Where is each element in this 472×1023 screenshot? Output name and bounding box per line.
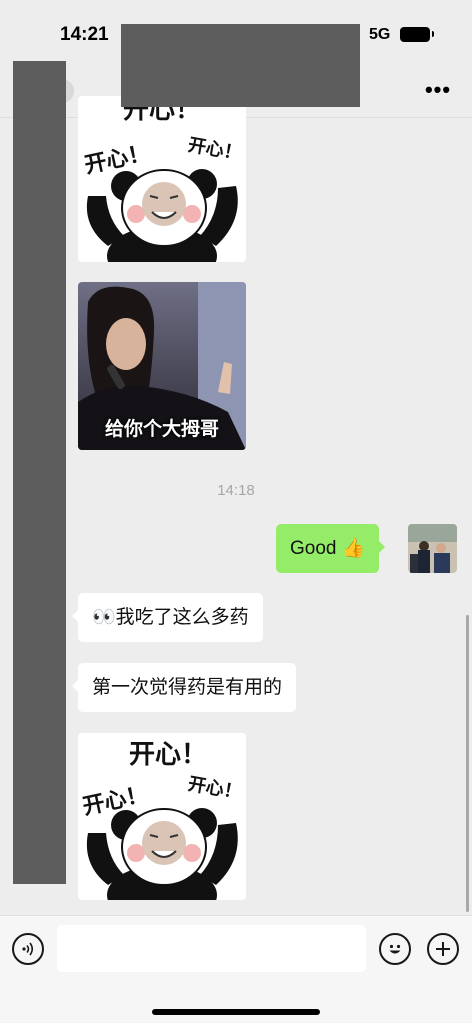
- emoji-icon: [389, 944, 401, 954]
- message-input[interactable]: [57, 925, 366, 972]
- sticker-bottom-text-1: 开心！: [129, 740, 207, 770]
- plus-icon: [436, 942, 450, 956]
- add-button[interactable]: [427, 933, 459, 965]
- more-dots-icon: •••: [424, 77, 452, 102]
- incoming-message-bubble[interactable]: 👀我吃了这么多药: [72, 593, 263, 642]
- sender-avatar-redaction: [13, 61, 66, 884]
- status-time: 14:21: [60, 24, 109, 45]
- outgoing-message-bubble[interactable]: Good 👍: [276, 524, 386, 573]
- voice-button[interactable]: [12, 933, 44, 965]
- more-button[interactable]: •••: [424, 77, 452, 102]
- voice-icon: [22, 942, 34, 956]
- my-avatar[interactable]: [408, 524, 457, 573]
- panda-sticker-bottom[interactable]: 开心！ 开心！ 开心！: [78, 733, 246, 900]
- network-label: 5G: [369, 26, 391, 43]
- photo-sticker-caption: 给你个大拇哥: [104, 419, 219, 440]
- battery-icon: [400, 27, 434, 42]
- home-indicator: [152, 1009, 320, 1015]
- chat-scrollbar[interactable]: [466, 615, 469, 912]
- message-timestamp: 14:18: [217, 482, 255, 499]
- chat-title-redaction: [121, 24, 360, 107]
- thumbs-up-photo-sticker[interactable]: 给你个大拇哥: [78, 282, 246, 450]
- panda-sticker-top[interactable]: 开心！ 开心！ 开心！: [78, 96, 246, 262]
- input-bar: [0, 915, 472, 1023]
- emoji-button[interactable]: [379, 933, 411, 965]
- incoming-message-bubble[interactable]: 第一次觉得药是有用的: [71, 663, 297, 712]
